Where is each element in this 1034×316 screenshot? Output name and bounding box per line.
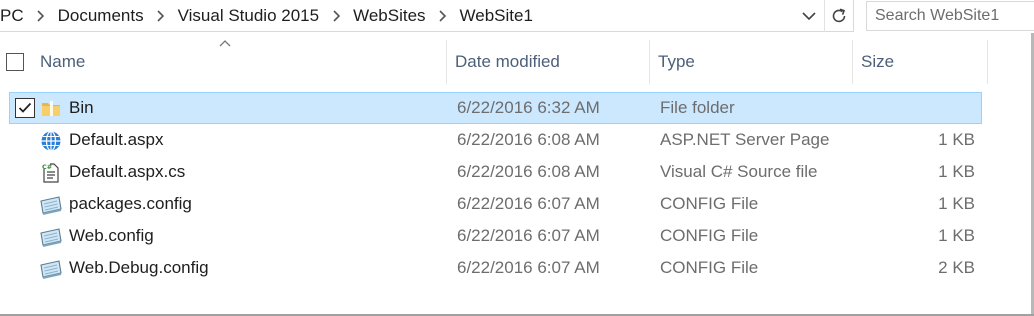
file-type: CONFIG File bbox=[660, 226, 759, 245]
breadcrumb-visual-studio[interactable]: Visual Studio 2015 bbox=[176, 6, 321, 26]
breadcrumb-documents[interactable]: Documents bbox=[56, 6, 146, 26]
file-name: Web.Debug.config bbox=[69, 258, 209, 277]
refresh-icon bbox=[832, 8, 845, 23]
column-header-date-label: Date modified bbox=[455, 52, 560, 71]
breadcrumb-website1[interactable]: WebSite1 bbox=[458, 6, 535, 26]
file-name: Web.config bbox=[69, 226, 154, 245]
breadcrumb-separator-icon[interactable] bbox=[428, 10, 458, 22]
config-file-icon bbox=[40, 194, 62, 216]
breadcrumb-pc[interactable]: PC bbox=[0, 6, 26, 26]
column-header-type-label: Type bbox=[658, 52, 695, 71]
column-header-name[interactable]: Name bbox=[32, 40, 447, 84]
column-header-size-label: Size bbox=[861, 52, 895, 71]
search-input[interactable] bbox=[875, 7, 1034, 25]
breadcrumb-separator-icon[interactable] bbox=[146, 10, 176, 22]
file-date: 6/22/2016 6:32 AM bbox=[457, 98, 600, 117]
file-type: Visual C# Source file bbox=[660, 162, 818, 181]
file-size: 1 KB bbox=[938, 226, 975, 245]
file-type: ASP.NET Server Page bbox=[660, 130, 830, 149]
file-name: Default.aspx.cs bbox=[69, 162, 186, 181]
file-size: 1 KB bbox=[938, 194, 975, 213]
file-date: 6/22/2016 6:07 AM bbox=[457, 258, 600, 277]
svg-text:C#: C# bbox=[42, 163, 52, 171]
file-size: 2 KB bbox=[938, 258, 975, 277]
file-size: 1 KB bbox=[938, 162, 975, 181]
search-box[interactable] bbox=[866, 1, 1034, 31]
column-header-type[interactable]: Type bbox=[650, 40, 853, 84]
file-type: File folder bbox=[660, 98, 735, 117]
breadcrumb-separator-icon[interactable] bbox=[321, 10, 351, 22]
breadcrumb-websites[interactable]: WebSites bbox=[351, 6, 427, 26]
config-file-icon bbox=[40, 226, 62, 248]
address-history-button[interactable] bbox=[795, 0, 823, 32]
file-date: 6/22/2016 6:07 AM bbox=[457, 226, 600, 245]
breadcrumb-separator-icon[interactable] bbox=[26, 10, 56, 22]
csharp-file-icon: C# bbox=[40, 162, 62, 184]
file-date: 6/22/2016 6:08 AM bbox=[457, 162, 600, 181]
file-date: 6/22/2016 6:08 AM bbox=[457, 130, 600, 149]
file-row-web-debug-config[interactable]: Web.Debug.config 6/22/2016 6:07 AM CONFI… bbox=[9, 252, 982, 284]
column-header-name-label: Name bbox=[40, 52, 86, 71]
file-type: CONFIG File bbox=[660, 258, 759, 277]
file-row-bin[interactable]: Bin 6/22/2016 6:32 AM File folder bbox=[9, 92, 982, 124]
folder-icon bbox=[40, 98, 62, 120]
address-bar: PC Documents Visual Studio 2015 WebSites… bbox=[0, 0, 1034, 33]
breadcrumb-list: PC Documents Visual Studio 2015 WebSites… bbox=[0, 0, 535, 32]
refresh-button[interactable] bbox=[824, 0, 852, 32]
file-name: packages.config bbox=[69, 194, 192, 213]
select-all-checkbox[interactable] bbox=[6, 53, 24, 71]
column-header-date[interactable]: Date modified bbox=[447, 40, 650, 84]
breadcrumb[interactable]: PC Documents Visual Studio 2015 WebSites… bbox=[0, 0, 854, 32]
row-checkbox[interactable] bbox=[15, 98, 35, 118]
column-header-size[interactable]: Size bbox=[853, 40, 988, 84]
chevron-down-icon bbox=[802, 11, 816, 20]
file-type: CONFIG File bbox=[660, 194, 759, 213]
file-row-default-aspx[interactable]: Default.aspx 6/22/2016 6:08 AM ASP.NET S… bbox=[9, 124, 982, 156]
column-header-row: Name Date modified Type Size bbox=[0, 40, 990, 84]
file-date: 6/22/2016 6:07 AM bbox=[457, 194, 600, 213]
file-row-packages-config[interactable]: packages.config 6/22/2016 6:07 AM CONFIG… bbox=[9, 188, 982, 220]
file-row-default-aspx-cs[interactable]: C# Default.aspx.cs 6/22/2016 6:08 AM Vis… bbox=[9, 156, 982, 188]
checkmark-icon bbox=[18, 102, 32, 113]
file-name: Bin bbox=[69, 98, 94, 117]
file-size: 1 KB bbox=[938, 130, 975, 149]
file-name: Default.aspx bbox=[69, 130, 164, 149]
globe-icon bbox=[40, 130, 62, 152]
config-file-icon bbox=[40, 258, 62, 280]
file-row-web-config[interactable]: Web.config 6/22/2016 6:07 AM CONFIG File… bbox=[9, 220, 982, 252]
